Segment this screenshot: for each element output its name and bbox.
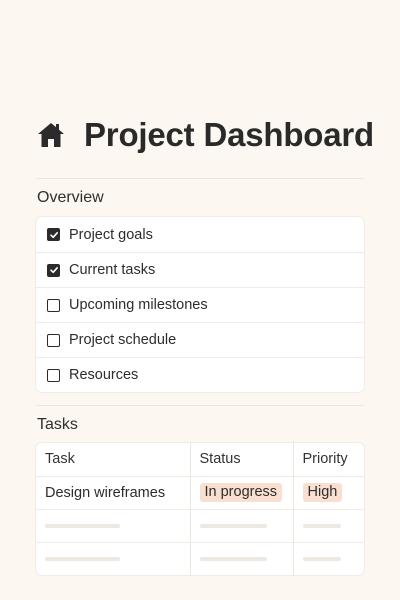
- checkbox-unchecked-icon[interactable]: [47, 333, 60, 347]
- placeholder-cell: [189, 541, 293, 575]
- checklist-item-project-goals[interactable]: Project goals: [36, 217, 364, 252]
- placeholder-bar: [45, 556, 120, 561]
- tasks-heading: Tasks: [37, 416, 78, 433]
- column-header-status[interactable]: Status: [189, 443, 293, 476]
- placeholder-bar: [199, 523, 267, 528]
- placeholder-cell: [36, 541, 190, 575]
- home-icon: [38, 123, 64, 147]
- placeholder-cell: [292, 508, 364, 542]
- checklist-item-resources[interactable]: Resources: [36, 357, 364, 392]
- table-row-empty[interactable]: [36, 508, 364, 542]
- checkbox-checked-icon[interactable]: [47, 263, 60, 277]
- tasks-table-card: Task Status Priority Design wireframes I…: [36, 443, 364, 575]
- overview-checklist: Project goals Current tasks Upcoming mil…: [36, 217, 364, 392]
- dashboard-page: Project Dashboard Overview Project goals…: [0, 0, 400, 600]
- column-header-task[interactable]: Task: [36, 443, 190, 476]
- checkbox-checked-icon[interactable]: [47, 228, 60, 241]
- column-header-priority[interactable]: Priority: [292, 443, 364, 476]
- checklist-item-project-schedule[interactable]: Project schedule: [36, 322, 364, 357]
- header-divider: [36, 178, 364, 179]
- table-header-row: Task Status Priority: [36, 443, 364, 476]
- checkbox-unchecked-icon[interactable]: [47, 298, 60, 312]
- placeholder-bar: [302, 523, 341, 528]
- status-cell[interactable]: In progress: [189, 475, 293, 509]
- checklist-item-upcoming-milestones[interactable]: Upcoming milestones: [36, 287, 364, 322]
- priority-cell[interactable]: High: [292, 475, 364, 509]
- checkbox-unchecked-icon[interactable]: [47, 368, 60, 382]
- overview-heading: Overview: [37, 189, 104, 206]
- placeholder-bar: [302, 556, 341, 561]
- placeholder-bar: [45, 523, 120, 528]
- priority-badge: High: [302, 483, 343, 502]
- status-badge: In progress: [199, 483, 283, 502]
- placeholder-bar: [199, 556, 267, 561]
- table-row-empty[interactable]: [36, 541, 364, 575]
- placeholder-cell: [189, 508, 293, 542]
- tasks-table: Task Status Priority Design wireframes I…: [36, 443, 364, 575]
- checklist-item-label: Resources: [69, 367, 139, 383]
- placeholder-cell: [292, 541, 364, 575]
- checklist-item-label: Upcoming milestones: [69, 297, 208, 313]
- checklist-item-label: Project goals: [69, 226, 153, 243]
- table-row[interactable]: Design wireframes In progress High: [36, 475, 364, 509]
- page-header: Project Dashboard: [36, 116, 374, 154]
- section-divider: [36, 405, 364, 406]
- task-name-cell[interactable]: Design wireframes: [36, 475, 190, 509]
- placeholder-cell: [36, 508, 190, 542]
- checklist-item-label: Current tasks: [69, 262, 156, 278]
- page-title: Project Dashboard: [84, 116, 375, 153]
- checklist-item-label: Project schedule: [69, 332, 177, 348]
- checklist-item-current-tasks[interactable]: Current tasks: [36, 252, 364, 287]
